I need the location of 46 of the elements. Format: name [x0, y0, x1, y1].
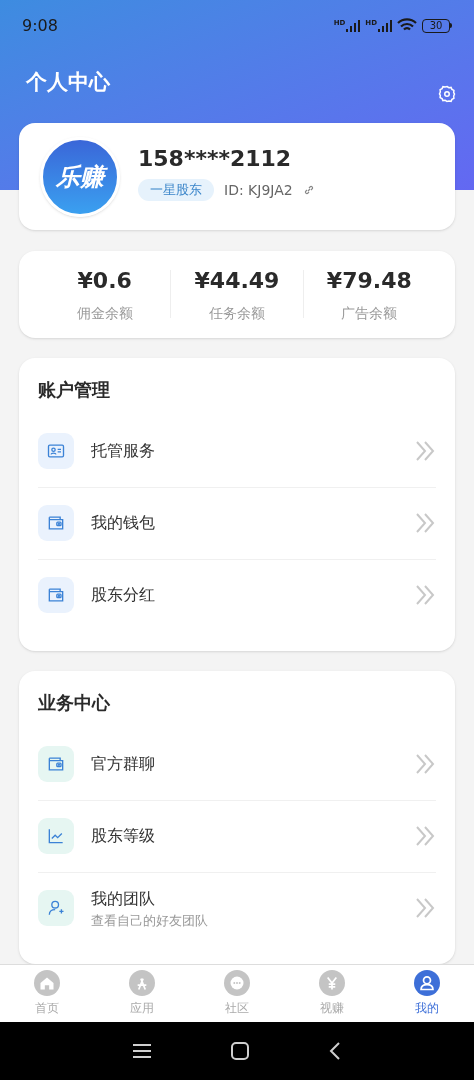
menu-item-label: 我的团队 [91, 887, 156, 910]
balance-label: 任务余额 [209, 304, 265, 324]
back-icon[interactable] [329, 1042, 341, 1060]
yuan-tab-icon [318, 970, 345, 996]
signal-icon [346, 19, 361, 32]
page-title: 个人中心 [26, 68, 110, 96]
menu-item-label: 我的钱包 [91, 512, 156, 535]
balance-label: 佣金余额 [76, 304, 133, 324]
signal-icon [378, 19, 392, 32]
chevron-icon [414, 584, 436, 607]
section-title: 业务中心 [38, 691, 111, 715]
menu-item[interactable]: 我的团队 查看自己的好友团队 [38, 872, 436, 944]
balance-amount: ¥79.48 [326, 267, 412, 296]
settings-icon[interactable] [438, 84, 456, 103]
balance-amount: ¥44.49 [194, 267, 280, 296]
section-title: 账户管理 [38, 378, 111, 402]
balance-amount: ¥0.6 [77, 267, 132, 296]
chevron-icon [414, 440, 436, 462]
user-tab-icon [413, 970, 440, 996]
battery-indicator: 30 [422, 18, 450, 33]
phone-number: 158****2112 [138, 145, 293, 174]
menu-item[interactable]: 托管服务 [38, 415, 436, 487]
tab[interactable]: 我的 [379, 965, 474, 1022]
menu-item-subtitle: 查看自己的好友团队 [91, 911, 209, 930]
chat-tab-icon [224, 970, 250, 996]
home-button-icon[interactable] [231, 1042, 249, 1060]
menu-item-label: 官方群聊 [91, 753, 156, 775]
chevron-icon [414, 825, 436, 848]
menu-icon[interactable] [133, 1043, 151, 1059]
menu-item[interactable]: 股东分红 [38, 559, 436, 631]
link-icon[interactable] [302, 184, 315, 197]
user-id: ID: KJ9JA2 [224, 180, 293, 200]
menu-item-label: 股东等级 [91, 825, 156, 848]
menu-item-label: 股东分红 [91, 584, 156, 607]
menu-item[interactable]: 我的钱包 [38, 487, 436, 559]
apps-tab-icon [129, 970, 156, 996]
menu-item[interactable]: 官方群聊 [38, 728, 436, 800]
chevron-icon [414, 512, 436, 535]
menu-item[interactable]: 股东等级 [38, 800, 436, 872]
chevron-icon [414, 897, 436, 920]
menu-item-label: 托管服务 [91, 440, 156, 462]
chevron-icon [414, 753, 436, 775]
home-tab-icon [34, 970, 61, 996]
member-level-badge: 一星股东 [138, 179, 214, 202]
clock-time: 9:08 [22, 14, 58, 37]
balance-label: 广告余额 [341, 304, 398, 324]
